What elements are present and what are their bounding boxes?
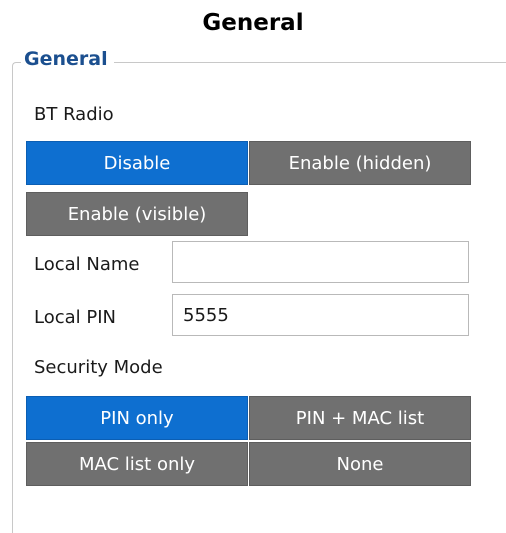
bt-radio-label: BT Radio [34,104,114,125]
security-none-button[interactable]: None [249,442,471,486]
bt-radio-enable-visible-button[interactable]: Enable (visible) [26,192,248,236]
security-mode-label: Security Mode [34,357,163,378]
bt-radio-enable-hidden-button[interactable]: Enable (hidden) [249,141,471,185]
security-pin-mac-list-button[interactable]: PIN + MAC list [249,396,471,440]
security-pin-only-button[interactable]: PIN only [26,396,248,440]
group-legend: General [21,48,114,70]
bt-radio-disable-button[interactable]: Disable [26,141,248,185]
page-title: General [202,10,304,36]
security-mac-list-only-button[interactable]: MAC list only [26,442,248,486]
local-name-input[interactable] [172,241,469,283]
local-name-label: Local Name [34,254,140,275]
local-pin-label: Local PIN [34,307,117,328]
local-pin-input[interactable] [172,294,469,336]
